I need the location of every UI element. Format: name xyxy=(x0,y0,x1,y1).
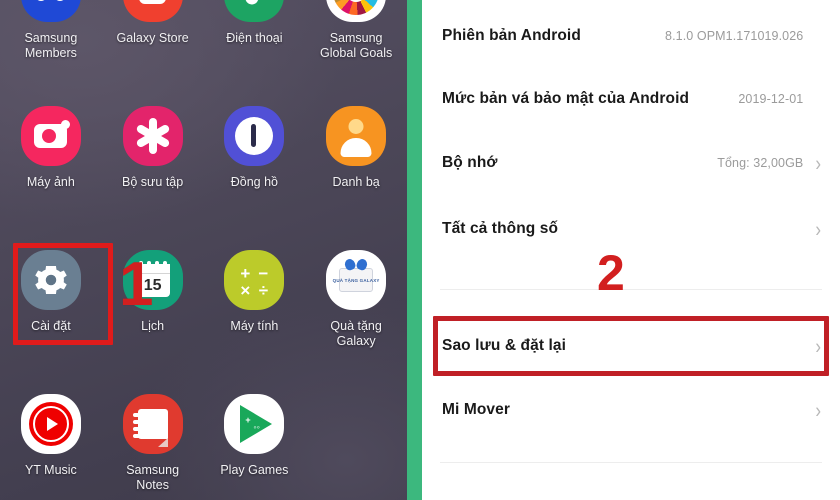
gift-box-text: QUÀ TẶNG GALAXY xyxy=(332,277,380,283)
app-item-calculator[interactable]: + − × ÷ Máy tính xyxy=(204,236,306,380)
app-label: Play Games xyxy=(220,463,289,477)
calc-op-times: × xyxy=(240,281,251,300)
app-label: Máy ảnh xyxy=(26,175,75,189)
chevron-right-icon[interactable]: › xyxy=(815,218,821,239)
app-item-samsung-notes[interactable]: Samsung Notes xyxy=(102,380,204,500)
row-title: Mức bản vá bảo mật của Android xyxy=(442,90,690,107)
app-label: Samsung Notes xyxy=(126,463,180,492)
row-title: Bộ nhớ xyxy=(442,154,498,171)
camera-icon[interactable] xyxy=(20,106,81,166)
app-label: Bộ sưu tập xyxy=(122,175,184,189)
settings-row-mi-mover[interactable]: Mi Mover › xyxy=(422,382,840,438)
settings-list-panel: Phiên bản Android 8.1.0 OPM1.171019.026 … xyxy=(422,0,840,500)
android-home-screen-panel: Samsung Members Galaxy Store Điện thoại S… xyxy=(0,0,407,500)
chevron-right-icon[interactable]: › xyxy=(815,399,821,420)
app-label: Samsung Global Goals xyxy=(319,31,393,60)
row-title: Mi Mover xyxy=(442,401,510,418)
panel-divider xyxy=(407,0,422,500)
app-label: Quà tặng Galaxy xyxy=(330,319,382,348)
app-item-samsung-members[interactable]: Samsung Members xyxy=(0,0,102,92)
step-number-1: 1 xyxy=(119,250,154,319)
galaxy-gift-icon[interactable]: QUÀ TẶNG GALAXY xyxy=(326,250,387,310)
app-label: Lịch xyxy=(141,319,165,333)
app-cell-empty xyxy=(305,380,407,500)
samsung-members-icon[interactable] xyxy=(20,0,81,22)
calculator-icon[interactable]: + − × ÷ xyxy=(224,250,285,310)
app-label: Đồng hồ xyxy=(230,175,278,189)
samsung-notes-icon[interactable] xyxy=(122,394,183,454)
app-label: Máy tính xyxy=(230,319,279,333)
chevron-right-icon[interactable]: › xyxy=(815,152,821,173)
tutorial-screenshot: Samsung Members Galaxy Store Điện thoại S… xyxy=(0,0,840,500)
app-item-phone[interactable]: Điện thoại xyxy=(204,0,306,92)
app-label: Điện thoại xyxy=(226,31,283,45)
row-value: 2019-12-01 xyxy=(738,92,804,106)
settings-row-security-patch[interactable]: Mức bản vá bảo mật của Android 2019-12-0… xyxy=(422,71,840,127)
app-label: Samsung Members xyxy=(24,31,78,60)
app-item-samsung-global-goals[interactable]: Samsung Global Goals xyxy=(305,0,407,92)
samsung-global-goals-icon[interactable] xyxy=(326,0,387,22)
clock-icon[interactable] xyxy=(224,106,285,166)
app-item-camera[interactable]: Máy ảnh xyxy=(0,92,102,236)
row-title: Tất cả thông số xyxy=(442,220,559,237)
settings-row-all-specs[interactable]: Tất cả thông số › xyxy=(422,201,840,257)
app-label: YT Music xyxy=(24,463,77,477)
highlight-box-settings xyxy=(13,243,113,345)
gallery-icon[interactable] xyxy=(122,106,183,166)
list-divider xyxy=(440,462,822,463)
row-title: Phiên bản Android xyxy=(442,27,581,44)
app-item-clock[interactable]: Đồng hồ xyxy=(204,92,306,236)
app-item-play-games[interactable]: + ◦◦ Play Games xyxy=(204,380,306,500)
row-value: 8.1.0 OPM1.171019.026 xyxy=(665,29,804,43)
app-item-galaxy-gift[interactable]: QUÀ TẶNG GALAXY Quà tặng Galaxy xyxy=(305,236,407,380)
app-item-gallery[interactable]: Bộ sưu tập xyxy=(102,92,204,236)
galaxy-store-icon[interactable] xyxy=(122,0,183,22)
calc-op-plus: + xyxy=(240,264,251,283)
youtube-music-icon[interactable] xyxy=(20,394,81,454)
app-item-yt-music[interactable]: YT Music xyxy=(0,380,102,500)
app-item-contacts[interactable]: Danh bạ xyxy=(305,92,407,236)
calc-op-divide: ÷ xyxy=(258,281,269,300)
highlight-box-backup-reset xyxy=(433,316,829,376)
settings-row-android-version[interactable]: Phiên bản Android 8.1.0 OPM1.171019.026 … xyxy=(422,8,840,64)
app-item-galaxy-store[interactable]: Galaxy Store xyxy=(102,0,204,92)
settings-row-storage[interactable]: Bộ nhớ Tổng: 32,00GB › xyxy=(422,135,840,191)
step-number-2: 2 xyxy=(597,245,625,301)
phone-icon[interactable] xyxy=(224,0,285,22)
list-divider xyxy=(440,289,822,290)
app-label: Danh bạ xyxy=(332,175,380,189)
app-label: Galaxy Store xyxy=(116,31,189,45)
calc-op-minus: − xyxy=(258,264,269,283)
row-value: Tổng: 32,00GB xyxy=(717,156,804,170)
contacts-icon[interactable] xyxy=(326,106,387,166)
play-games-icon[interactable]: + ◦◦ xyxy=(224,394,285,454)
